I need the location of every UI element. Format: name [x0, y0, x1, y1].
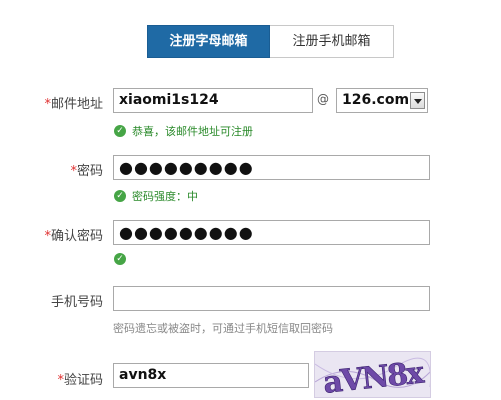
email-label-text: 邮件地址 — [50, 97, 103, 112]
captcha-input[interactable]: avn8x — [113, 363, 309, 388]
check-circle-icon: ✓ — [114, 190, 126, 202]
captcha-image[interactable]: aVN8x — [314, 351, 431, 398]
check-circle-icon: ✓ — [114, 125, 126, 137]
password-label: *密码 — [70, 160, 103, 179]
confirm-hint: ✓ — [114, 253, 132, 265]
captcha-graphic: aVN8x — [315, 355, 430, 397]
domain-select[interactable]: 126.com — [336, 88, 428, 113]
confirm-password-label-text: 确认密码 — [50, 229, 103, 244]
domain-value: 126.com — [342, 92, 410, 108]
email-input[interactable]: xiaomi1s124 — [113, 88, 313, 113]
password-input[interactable]: ●●●●●●●●● — [113, 155, 430, 180]
phone-label: 手机号码 — [50, 295, 103, 310]
email-label: *邮件地址 — [44, 93, 103, 112]
tab-letter-email[interactable]: 注册字母邮箱 — [147, 25, 270, 58]
phone-input[interactable] — [113, 286, 430, 311]
captcha-label-text: 验证码 — [63, 373, 103, 388]
check-circle-icon: ✓ — [114, 253, 126, 265]
register-tabs: 注册字母邮箱 注册手机邮箱 — [147, 25, 394, 58]
captcha-text: aVN8x — [322, 355, 427, 397]
chevron-down-icon[interactable] — [410, 92, 425, 109]
email-hint: ✓ 恭喜，该邮件地址可注册 — [114, 123, 253, 139]
password-hint-text: 密码强度：中 — [132, 190, 198, 203]
password-hint: ✓ 密码强度：中 — [114, 188, 198, 204]
password-label-text: 密码 — [76, 164, 103, 179]
tab-phone-email[interactable]: 注册手机邮箱 — [270, 25, 394, 58]
confirm-password-label: *确认密码 — [44, 225, 103, 244]
captcha-label: *验证码 — [57, 369, 103, 388]
phone-hint: 密码遗忘或被盗时，可通过手机短信取回密码 — [113, 322, 333, 335]
email-hint-text: 恭喜，该邮件地址可注册 — [132, 125, 253, 138]
at-sign: @ — [317, 92, 329, 106]
confirm-password-input[interactable]: ●●●●●●●●● — [113, 220, 430, 245]
